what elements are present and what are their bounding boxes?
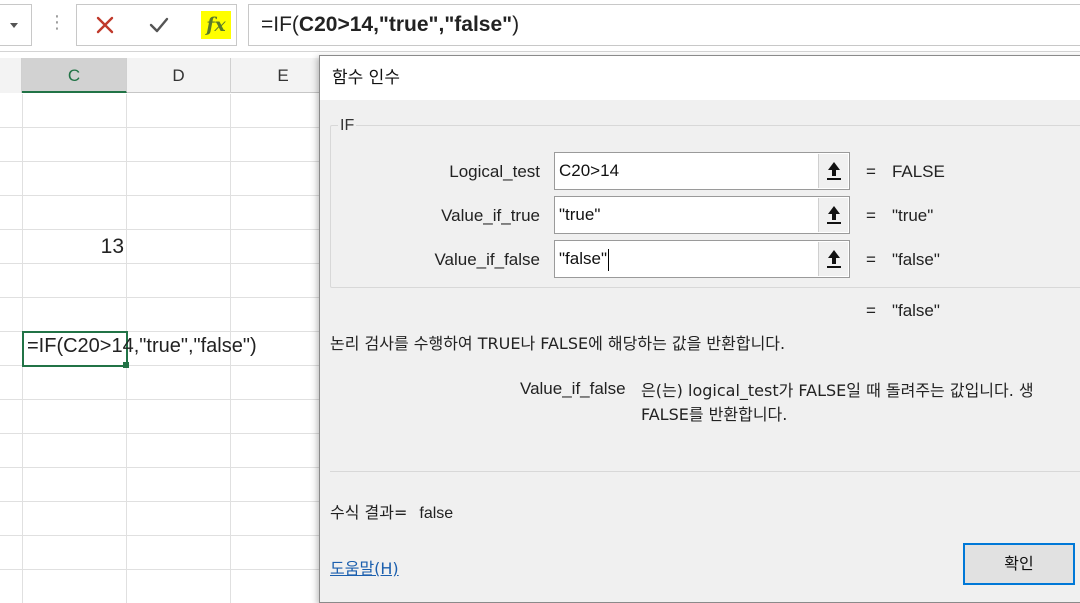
formula-result-label: 수식 결과= bbox=[330, 503, 408, 522]
cell-c-value[interactable]: 13 bbox=[24, 235, 124, 259]
arg-result-value: "true" bbox=[891, 206, 934, 225]
name-box-dropdown[interactable] bbox=[0, 4, 32, 46]
checkmark-icon[interactable] bbox=[147, 13, 171, 37]
x-icon[interactable] bbox=[93, 13, 117, 37]
collapse-dialog-icon bbox=[827, 250, 841, 268]
ok-button[interactable]: 확인 bbox=[963, 543, 1075, 585]
formula-prefix: =IF( bbox=[261, 13, 299, 36]
arg-value: "false" bbox=[559, 241, 609, 277]
arg-label-value-if-false: Value_if_false bbox=[434, 250, 540, 269]
collapse-dialog-button[interactable] bbox=[818, 242, 848, 276]
column-header-d[interactable]: D bbox=[127, 58, 231, 93]
grid-line bbox=[0, 161, 330, 162]
formula-input[interactable]: =IF(C20>14,"true","false") bbox=[248, 4, 1080, 46]
arg-result-value-if-true: = "true" bbox=[866, 206, 933, 226]
grid-line bbox=[0, 127, 330, 128]
arg-help-line: 은(는) logical_test가 FALSE일 때 돌려주는 값입니다. 생 bbox=[641, 381, 1034, 400]
arg-help-text: 은(는) logical_test가 FALSE일 때 돌려주는 값입니다. 생… bbox=[641, 379, 1034, 427]
collapse-dialog-icon bbox=[827, 162, 841, 180]
formula-suffix: ) bbox=[512, 13, 520, 36]
equals-sign: = bbox=[866, 250, 876, 269]
collapse-dialog-icon bbox=[827, 206, 841, 224]
grid-line bbox=[0, 501, 330, 502]
arg-label-value-if-true: Value_if_true bbox=[441, 206, 540, 225]
arg-label-logical-test: Logical_test bbox=[449, 162, 540, 181]
arg-value: "true" bbox=[559, 205, 601, 224]
function-result: = "false" bbox=[866, 301, 940, 321]
divider bbox=[330, 471, 1080, 472]
formula-result-value: false bbox=[419, 505, 454, 522]
grid-line bbox=[0, 229, 330, 230]
function-result-value: "false" bbox=[891, 301, 940, 320]
grid-line bbox=[0, 467, 330, 468]
arg-input-value-if-false[interactable]: "false" bbox=[554, 240, 850, 278]
collapse-dialog-button[interactable] bbox=[818, 198, 848, 232]
formula-bar-grip: ⋮ bbox=[48, 12, 66, 33]
formula-result: 수식 결과= false bbox=[330, 499, 453, 523]
arg-input-logical-test[interactable]: C20>14 bbox=[554, 152, 850, 190]
column-header-row: C D E bbox=[0, 58, 330, 93]
function-description: 논리 검사를 수행하여 TRUE나 FALSE에 해당하는 값을 반환합니다. bbox=[330, 334, 786, 353]
active-cell-formula: =IF(C20>14,"true","false") bbox=[27, 335, 257, 357]
arg-value: C20>14 bbox=[559, 161, 620, 180]
dialog-title[interactable]: 함수 인수 bbox=[320, 56, 1080, 100]
arg-value-text: "false" bbox=[559, 249, 607, 268]
grid-line bbox=[0, 195, 330, 196]
arg-result-value: "false" bbox=[891, 250, 940, 269]
grid-line bbox=[0, 263, 330, 264]
text-caret bbox=[607, 248, 609, 271]
formula-args: C20>14,"true","false" bbox=[298, 13, 513, 36]
equals-sign: = bbox=[866, 162, 876, 181]
fill-handle[interactable] bbox=[123, 362, 129, 368]
formula-bar: ⋮ fx =IF(C20>14,"true","false") bbox=[0, 0, 1080, 52]
grid-line bbox=[0, 535, 330, 536]
equals-sign: = bbox=[866, 206, 876, 225]
equals-sign: = bbox=[866, 301, 876, 320]
formula-bar-buttons: fx bbox=[76, 4, 237, 46]
grid-line bbox=[0, 433, 330, 434]
worksheet-grid[interactable]: 13 =IF(C20>14,"true","false") bbox=[0, 94, 330, 603]
column-header-c[interactable]: C bbox=[22, 58, 127, 93]
insert-function-button[interactable]: fx bbox=[201, 11, 231, 39]
chevron-down-icon bbox=[10, 23, 18, 28]
function-name: IF bbox=[338, 117, 357, 135]
help-link[interactable]: 도움말(H) bbox=[330, 555, 399, 579]
grid-line bbox=[0, 297, 330, 298]
grid-line bbox=[0, 569, 330, 570]
grid-line bbox=[0, 399, 330, 400]
arg-result-value: FALSE bbox=[891, 162, 945, 181]
arg-help-name: Value_if_false bbox=[520, 379, 626, 398]
function-arguments-dialog: 함수 인수 IF Logical_test C20>14 = FALSE Valu… bbox=[319, 55, 1080, 603]
collapse-dialog-button[interactable] bbox=[818, 154, 848, 188]
arg-result-value-if-false: = "false" bbox=[866, 250, 940, 270]
row-header-corner[interactable] bbox=[0, 58, 22, 93]
arg-result-logical-test: = FALSE bbox=[866, 162, 945, 182]
arg-help-line: FALSE를 반환합니다. bbox=[641, 405, 788, 424]
arg-input-value-if-true[interactable]: "true" bbox=[554, 196, 850, 234]
